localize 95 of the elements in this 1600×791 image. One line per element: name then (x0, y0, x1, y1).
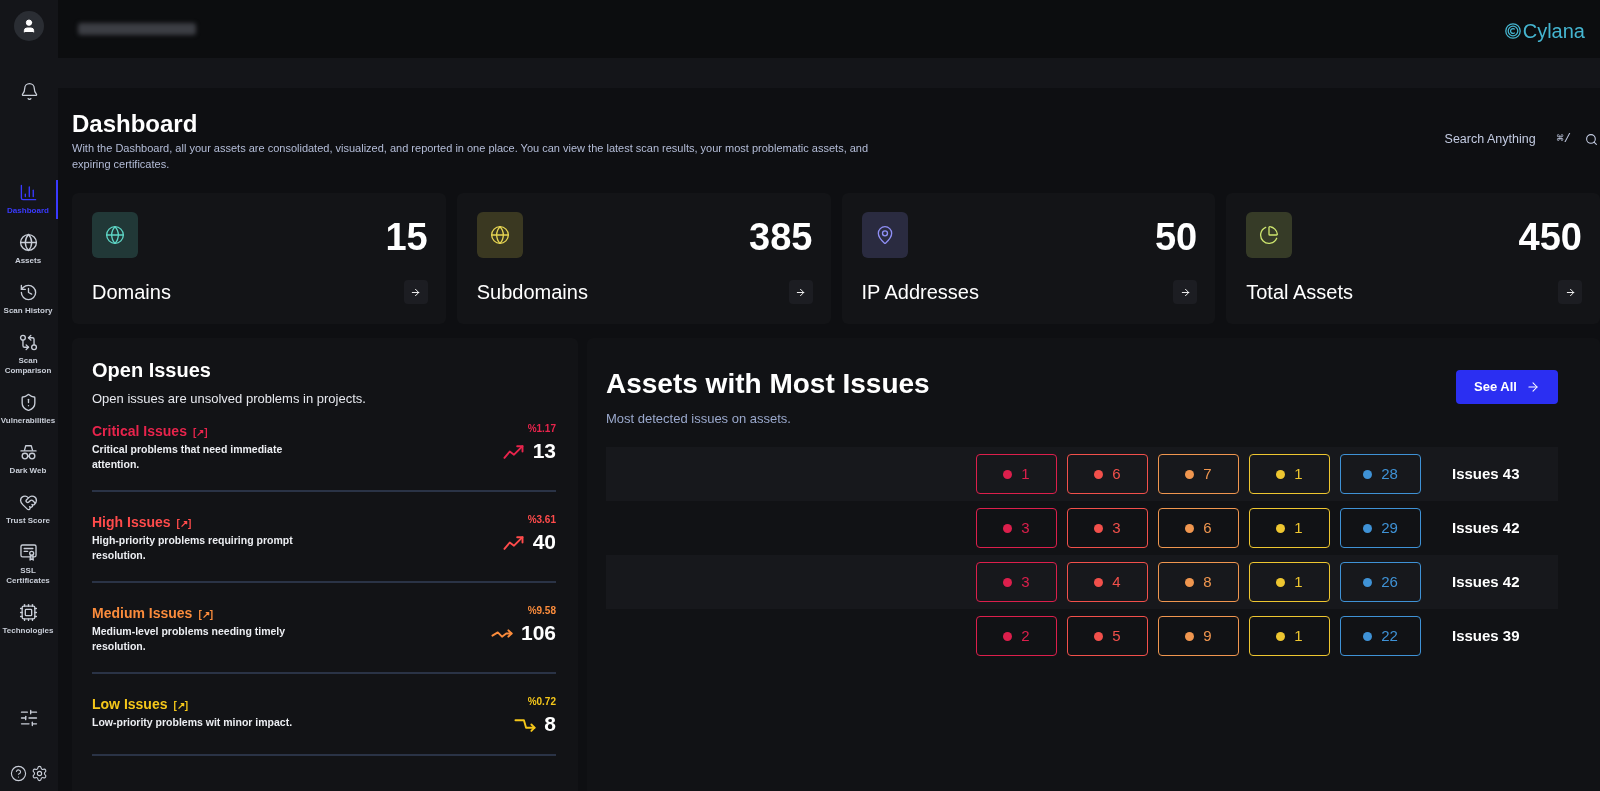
stat-label: Subdomains (476, 280, 588, 304)
shield-alert-icon (18, 393, 38, 412)
issue-count: 9 (1203, 627, 1212, 645)
issue-count: 3 (1021, 573, 1030, 591)
issue-count: 1 (1294, 465, 1303, 483)
issue-count: 5 (1112, 627, 1121, 645)
bar-chart-icon (18, 183, 38, 202)
logo-mark-icon (1504, 22, 1521, 39)
issue-count: 2 (1021, 627, 1030, 645)
issue-count: 29 (1381, 519, 1398, 537)
issue-title: Critical Issues (92, 423, 187, 440)
heart-handshake-icon (18, 493, 38, 512)
sidebar-item[interactable]: Scan History (0, 280, 58, 319)
page-description: With the Dashboard, all your assets are consolidated, visualized, and reported in one place. You can view the latest scan results, your most problematic assets, and expiring certificates. (72, 141, 870, 172)
issue-count: 6 (1203, 519, 1212, 537)
external-link[interactable]: [↗] (173, 698, 189, 713)
sliders-icon[interactable] (19, 708, 39, 728)
see-all-button[interactable]: See All (1456, 370, 1558, 404)
issue-count: 106 (520, 621, 556, 645)
issue-percent: %3.61 (527, 514, 556, 526)
issue-count: 1 (1294, 627, 1303, 645)
external-link[interactable]: [↗] (192, 425, 208, 440)
history-icon (18, 283, 38, 302)
issue-description: High-priority problems requiring prompt resolution. (92, 533, 294, 563)
issue-title: Low Issues (92, 696, 168, 713)
issue-count: 28 (1381, 465, 1398, 483)
arrow-right-icon (1564, 286, 1576, 298)
issue-title: High Issues (92, 514, 171, 531)
sidebar-item[interactable]: Assets (0, 230, 58, 269)
search-field[interactable]: Search Anything ⌘/ (1444, 130, 1598, 149)
issue-percent: %0.72 (527, 696, 556, 708)
sidebar-item[interactable]: Scan Comparison (0, 330, 58, 379)
stat-value: 385 (749, 218, 813, 256)
issue-count: 1 (1021, 465, 1030, 483)
issue-total: Issues 39 (1452, 627, 1520, 644)
stat-value: 15 (385, 218, 428, 256)
certificate-icon (18, 543, 38, 562)
external-link[interactable]: [↗] (198, 607, 214, 622)
stat-value: 450 (1518, 218, 1582, 256)
issue-description: Low-priority problems wit minor impact. (92, 715, 294, 730)
issue-description: Critical problems that need immediate attention. (92, 442, 284, 472)
arrow-right-icon (410, 286, 422, 298)
issue-count: 1 (1294, 519, 1303, 537)
globe-icon (18, 233, 38, 252)
issue-description: Medium-level problems needing timely resolution. (92, 624, 287, 654)
issue-count: 3 (1112, 519, 1121, 537)
sidebar-item[interactable]: Trust Score (0, 490, 58, 529)
stat-label: Domains (92, 280, 171, 304)
panel-title: Assets with Most Issues (606, 367, 930, 401)
issue-title: Medium Issues (92, 605, 193, 622)
issue-count: 7 (1203, 465, 1212, 483)
arrow-button[interactable] (1558, 280, 1582, 304)
panel-subtitle: Most detected issues on assets. (606, 411, 792, 427)
issue-count: 6 (1112, 465, 1121, 483)
issue-count: 40 (532, 530, 556, 554)
arrow-right-icon (1179, 286, 1191, 298)
spy-icon (18, 443, 38, 462)
settings-icon[interactable] (31, 765, 48, 782)
issue-count: 13 (532, 439, 556, 463)
user-avatar-icon[interactable] (14, 11, 44, 41)
issue-count: 8 (544, 712, 556, 736)
issue-total: Issues 42 (1452, 573, 1520, 590)
sidebar-item[interactable]: Dark Web (0, 440, 58, 479)
logo-text: Cylana (1522, 20, 1585, 41)
stat-label: Total Assets (1246, 280, 1353, 304)
compare-arrows-icon (18, 333, 38, 352)
issue-count: 4 (1112, 573, 1121, 591)
notification-bell-icon[interactable] (19, 82, 39, 101)
arrow-button[interactable] (788, 280, 813, 304)
issue-count: 1 (1294, 573, 1303, 591)
shortcut-key: ⌘/ (1556, 130, 1571, 149)
sidebar-item[interactable]: SSL Certificates (0, 540, 58, 589)
issue-count: 3 (1021, 519, 1030, 537)
stat-label: IP Addresses (861, 280, 979, 304)
issue-percent: %1.17 (527, 423, 556, 435)
page-title: Dashboard (72, 110, 199, 138)
sidebar-item[interactable]: Technologies (0, 600, 58, 639)
chip-icon (18, 603, 38, 622)
issue-count: 22 (1381, 627, 1398, 645)
issue-total: Issues 42 (1452, 519, 1520, 536)
issue-count: 26 (1381, 573, 1398, 591)
panel-subtitle: Open issues are unsolved problems in projects. (92, 391, 367, 407)
stat-value: 50 (1154, 218, 1198, 256)
help-icon[interactable] (10, 765, 27, 782)
external-link[interactable]: [↗] (176, 516, 192, 531)
arrow-button[interactable] (1173, 280, 1198, 304)
panel-title: Open Issues (92, 358, 212, 382)
issue-percent: %9.58 (527, 605, 556, 617)
search-icon[interactable] (1585, 132, 1598, 146)
sidebar-item[interactable]: Vulnerabilities (0, 390, 58, 429)
arrow-right-icon (1525, 380, 1540, 394)
issue-count: 8 (1203, 573, 1212, 591)
arrow-right-icon (795, 286, 806, 298)
arrow-button[interactable] (403, 280, 428, 304)
issue-total: Issues 43 (1452, 465, 1520, 482)
